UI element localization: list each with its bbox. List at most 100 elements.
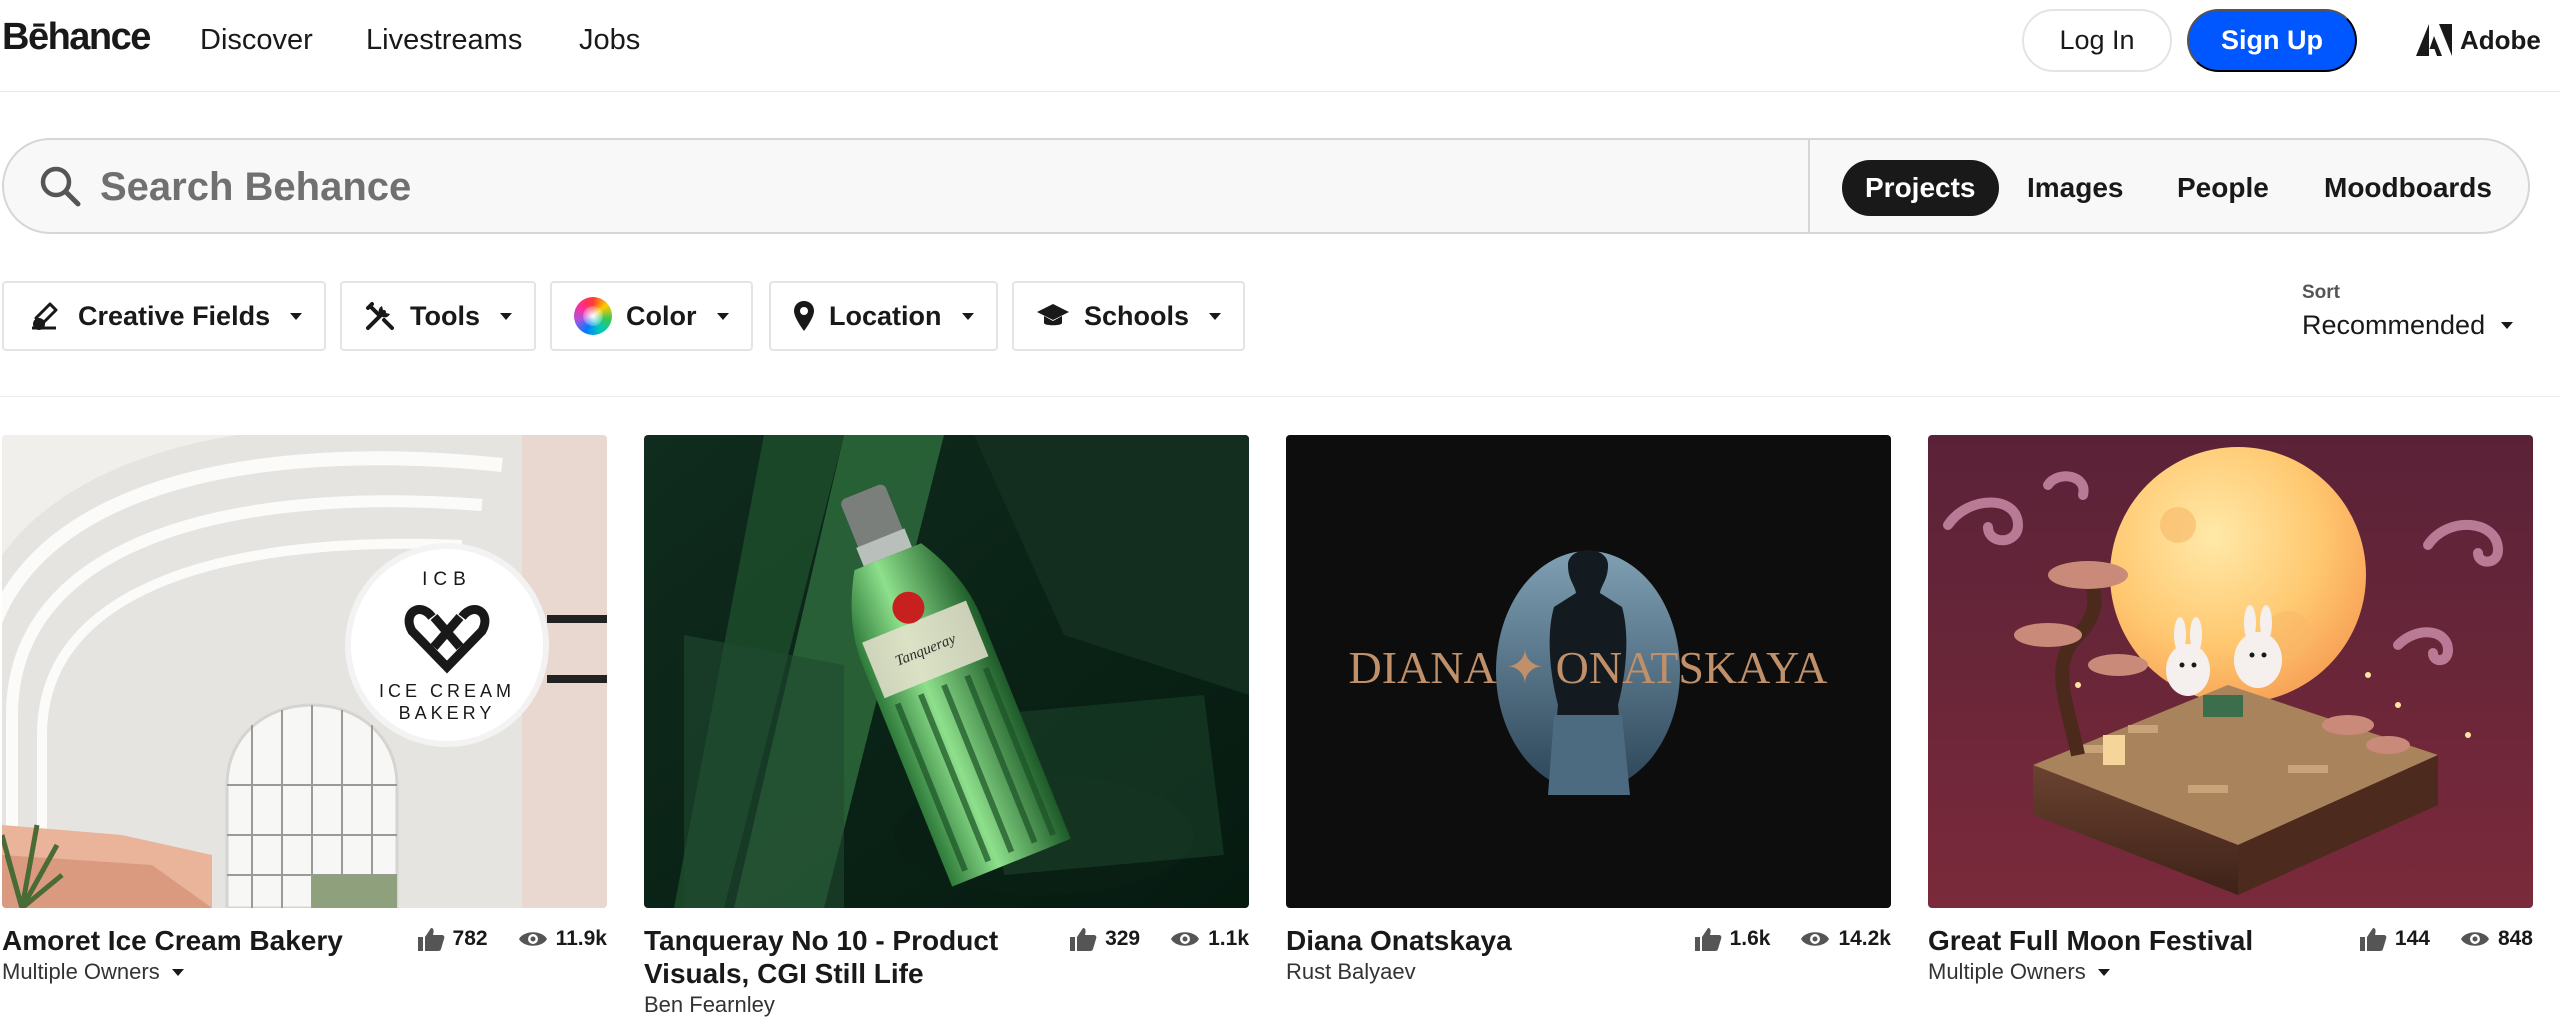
scope-images[interactable]: Images	[2004, 160, 2147, 216]
search-divider	[1808, 140, 1810, 232]
chevron-down-icon	[716, 312, 729, 320]
adobe-logo-icon	[2416, 24, 2452, 56]
filter-creative-fields[interactable]: Creative Fields	[2, 281, 327, 351]
project-owner[interactable]: Multiple Owners	[2, 959, 607, 985]
project-meta: Diana Onatskaya Rust Balyaev 1.6k 14.2k	[1286, 924, 1891, 1004]
chevron-down-icon	[500, 312, 512, 320]
tools-icon	[366, 302, 394, 330]
appreciations: 329	[1069, 926, 1140, 952]
views: 14.2k	[1800, 927, 1891, 951]
filter-color[interactable]: Color	[550, 281, 753, 351]
scope-projects[interactable]: Projects	[1842, 160, 1999, 216]
project-owner-name: Ben Fearnley	[644, 992, 775, 1017]
likes-count: 144	[2394, 927, 2430, 950]
eye-icon	[1171, 932, 1200, 946]
ice-cream-bakery-cover-image: ICB ICE CREAM BAKERY	[2, 435, 607, 908]
views: 848	[2460, 927, 2533, 951]
location-pin-icon	[794, 301, 814, 331]
project-card[interactable]: ICB ICE CREAM BAKERY Amoret Ice Cream Ba…	[2, 435, 607, 1004]
diana-onatskaya-cover-image: DIANA ✦ ONATSKAYA	[1286, 435, 1891, 908]
sort-value: Recommended	[2302, 310, 2486, 340]
thumbs-up-icon	[417, 928, 444, 951]
project-card[interactable]: Tanqueray Tanqueray No 10 - Product Visu…	[644, 435, 1249, 1017]
project-meta: Amoret Ice Cream Bakery Multiple Owners …	[2, 924, 607, 1004]
project-meta: Tanqueray No 10 - Product Visuals, CGI S…	[644, 924, 1249, 1017]
project-title[interactable]: Amoret Ice Cream Bakery	[2, 924, 402, 957]
search-bar: Projects Images People Moodboards	[2, 138, 2530, 234]
project-owner[interactable]: Ben Fearnley	[644, 992, 1249, 1018]
tanqueray-bottle-cover-image: Tanqueray	[644, 435, 1249, 908]
project-stats: 782 11.9k	[417, 926, 607, 952]
eye-icon	[2460, 932, 2489, 946]
project-stats: 329 1.1k	[1069, 926, 1249, 952]
filter-schools-label: Schools	[1084, 300, 1190, 331]
filter-tools[interactable]: Tools	[340, 281, 536, 351]
project-thumbnail[interactable]: DIANA ✦ ONATSKAYA	[1286, 435, 1891, 908]
top-navigation: Bēhance Discover Livestreams Jobs Log In…	[0, 0, 2560, 92]
filter-color-label: Color	[626, 300, 697, 331]
views: 11.9k	[518, 927, 607, 951]
svg-text:ICE CREAM: ICE CREAM	[379, 681, 515, 701]
chevron-down-icon	[171, 968, 184, 976]
project-owner-name: Multiple Owners	[1928, 959, 2086, 984]
project-card[interactable]: DIANA ✦ ONATSKAYA Diana Onatskaya Rust B…	[1286, 435, 1891, 1004]
sort-label: Sort	[2302, 282, 2340, 303]
color-wheel-icon	[574, 297, 612, 335]
chevron-down-icon	[2501, 322, 2514, 329]
creative-fields-icon	[32, 302, 58, 330]
project-title[interactable]: Tanqueray No 10 - Product Visuals, CGI S…	[644, 924, 1044, 990]
project-meta: Great Full Moon Festival Multiple Owners…	[1928, 924, 2533, 1004]
scope-moodboards[interactable]: Moodboards	[2301, 160, 2515, 216]
views: 1.1k	[1170, 927, 1249, 951]
project-owner[interactable]: Multiple Owners	[1928, 959, 2533, 985]
thumbs-up-icon	[1070, 928, 1097, 951]
full-moon-festival-cover-image	[1928, 435, 2533, 908]
likes-count: 1.6k	[1729, 927, 1771, 950]
likes-count: 329	[1105, 927, 1141, 950]
appreciations: 782	[417, 926, 488, 952]
thumbs-up-icon	[2359, 928, 2387, 951]
behance-logo[interactable]: Bēhance	[2, 16, 151, 59]
chevron-down-icon	[2097, 968, 2110, 976]
project-thumbnail[interactable]	[1928, 435, 2533, 908]
project-stats: 1.6k 14.2k	[1694, 926, 1891, 952]
graduation-cap-icon	[1037, 304, 1069, 326]
login-button[interactable]: Log In	[2022, 9, 2172, 72]
section-divider	[0, 396, 2560, 397]
sort-dropdown[interactable]: Recommended	[2302, 310, 2514, 341]
filter-location[interactable]: Location	[769, 281, 998, 351]
project-thumbnail[interactable]: ICB ICE CREAM BAKERY	[2, 435, 607, 908]
nav-discover[interactable]: Discover	[200, 24, 313, 57]
appreciations: 144	[2359, 926, 2430, 952]
filter-schools[interactable]: Schools	[1012, 281, 1246, 351]
sort-control[interactable]: Sort Recommended	[2302, 282, 2514, 341]
filter-location-label: Location	[829, 300, 942, 331]
nav-livestreams[interactable]: Livestreams	[366, 24, 522, 57]
project-thumbnail[interactable]: Tanqueray	[644, 435, 1249, 908]
chevron-down-icon	[290, 312, 303, 320]
scope-people[interactable]: People	[2154, 160, 2292, 216]
filter-tools-label: Tools	[410, 300, 480, 331]
views-count: 848	[2497, 927, 2533, 950]
project-owner-name: Rust Balyaev	[1286, 959, 1416, 984]
cover-art-title: DIANA ✦ ONATSKAYA	[1348, 642, 1827, 693]
views-count: 1.1k	[1208, 927, 1249, 950]
project-owner[interactable]: Rust Balyaev	[1286, 959, 1891, 985]
search-input[interactable]	[100, 158, 1700, 216]
eye-icon	[1801, 932, 1830, 946]
badge-top-text: ICB	[422, 569, 472, 590]
likes-count: 782	[452, 927, 488, 950]
chevron-down-icon	[961, 312, 974, 320]
chevron-down-icon	[1209, 312, 1222, 320]
search-icon	[40, 166, 81, 207]
project-owner-name: Multiple Owners	[2, 959, 160, 984]
project-card[interactable]: Great Full Moon Festival Multiple Owners…	[1928, 435, 2533, 1004]
views-count: 11.9k	[555, 927, 607, 950]
adobe-link[interactable]: Adobe	[2416, 24, 2541, 56]
project-title[interactable]: Diana Onatskaya	[1286, 924, 1686, 957]
eye-icon	[518, 932, 547, 946]
appreciations: 1.6k	[1694, 926, 1771, 952]
nav-jobs[interactable]: Jobs	[579, 24, 640, 57]
project-title[interactable]: Great Full Moon Festival	[1928, 924, 2328, 957]
signup-button[interactable]: Sign Up	[2187, 9, 2357, 72]
